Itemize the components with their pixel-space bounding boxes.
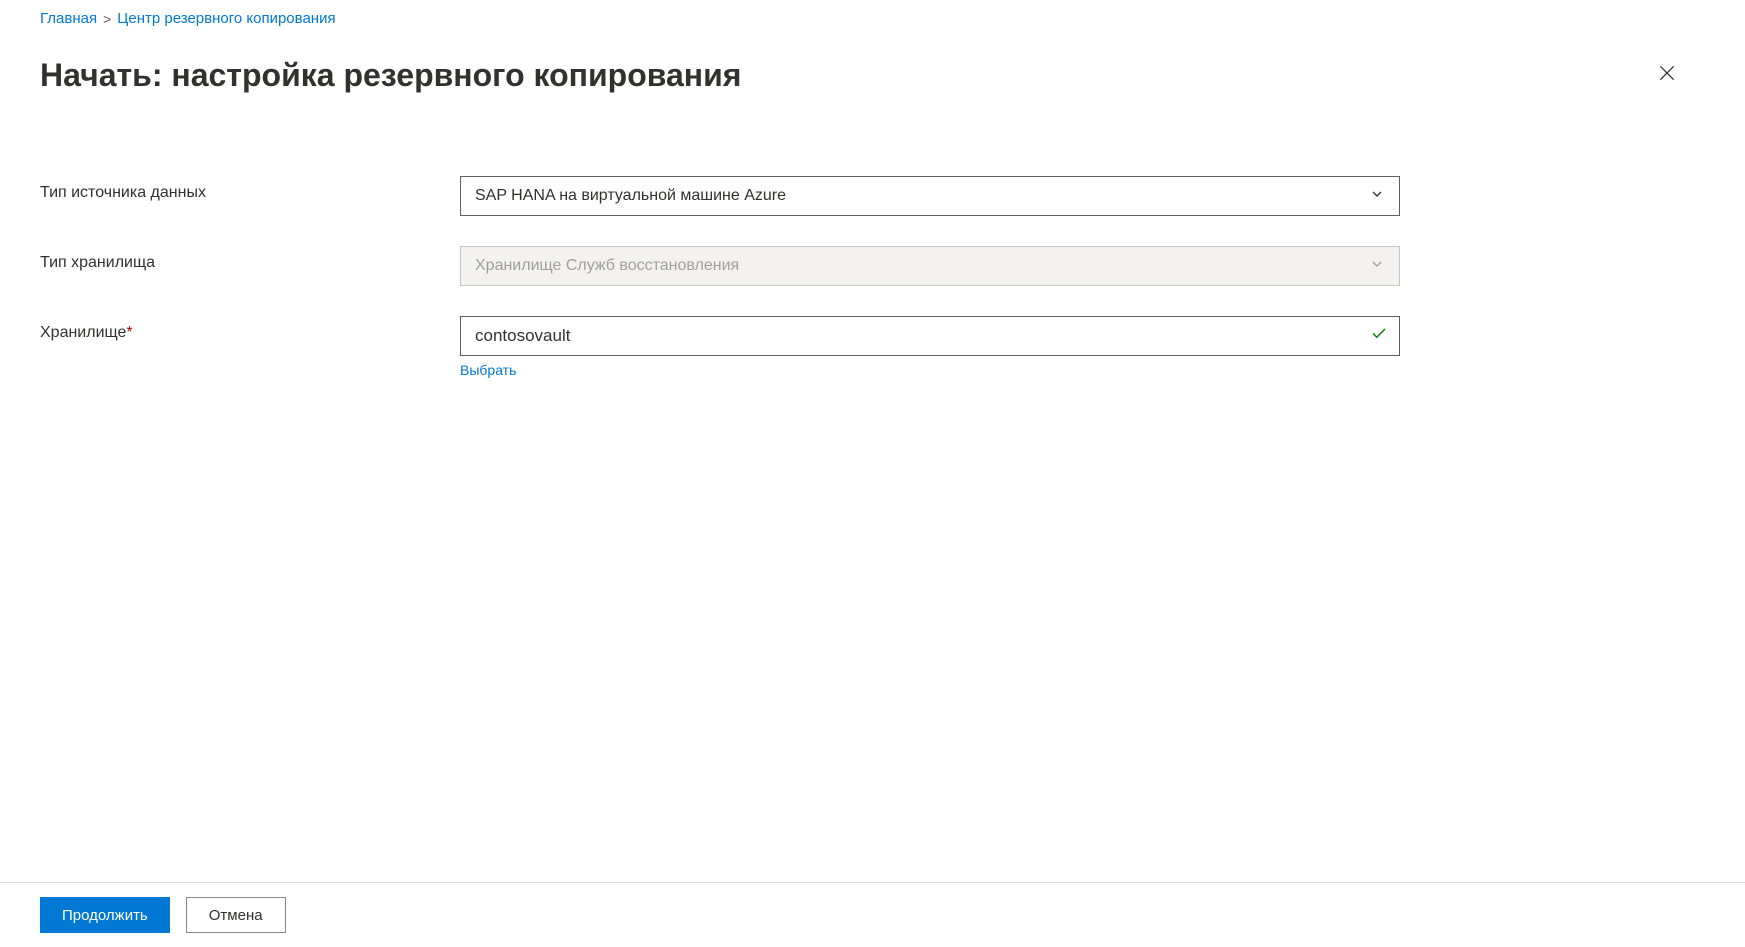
page-title: Начать: настройка резервного копирования — [40, 57, 741, 94]
datasource-type-label: Тип источника данных — [40, 176, 460, 202]
continue-button[interactable]: Продолжить — [40, 897, 170, 933]
breadcrumb-home-link[interactable]: Главная — [40, 10, 97, 27]
vault-select-link[interactable]: Выбрать — [460, 362, 516, 378]
datasource-type-row: Тип источника данных SAP HANA на виртуал… — [40, 176, 1705, 216]
vault-type-label: Тип хранилища — [40, 246, 460, 272]
breadcrumb-current-link[interactable]: Центр резервного копирования — [117, 10, 335, 27]
datasource-type-value: SAP HANA на виртуальной машине Azure — [475, 187, 786, 205]
close-icon — [1657, 63, 1677, 88]
vault-type-select: Хранилище Служб восстановления — [460, 246, 1400, 286]
breadcrumb: Главная > Центр резервного копирования — [0, 0, 1745, 35]
vault-type-row: Тип хранилища Хранилище Служб восстановл… — [40, 246, 1705, 286]
vault-row: Хранилище* Выбрать — [40, 316, 1705, 380]
close-button[interactable] — [1649, 55, 1685, 96]
chevron-down-icon — [1369, 186, 1385, 207]
vault-input[interactable] — [460, 316, 1400, 356]
cancel-button[interactable]: Отмена — [186, 897, 286, 933]
vault-input-wrap — [460, 316, 1400, 356]
vault-label: Хранилище* — [40, 316, 460, 342]
check-icon — [1370, 325, 1388, 348]
page-header: Начать: настройка резервного копирования — [0, 35, 1745, 126]
chevron-down-icon — [1369, 256, 1385, 277]
footer: Продолжить Отмена — [0, 882, 1745, 947]
vault-type-value: Хранилище Служб восстановления — [475, 257, 739, 275]
breadcrumb-separator: > — [103, 11, 111, 27]
datasource-type-select[interactable]: SAP HANA на виртуальной машине Azure — [460, 176, 1400, 216]
form-content: Тип источника данных SAP HANA на виртуал… — [0, 126, 1745, 380]
